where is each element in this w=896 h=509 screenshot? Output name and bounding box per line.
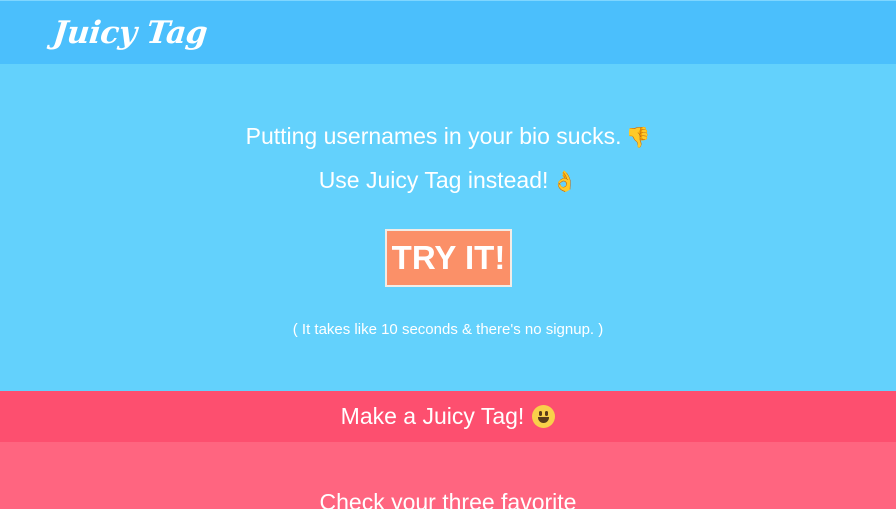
grinning-face-icon bbox=[532, 405, 556, 428]
ok-hand-icon: 👌 bbox=[552, 169, 578, 193]
make-juicy-tag-bar[interactable]: Make a Juicy Tag! bbox=[0, 391, 896, 442]
hero-line-1-text: Putting usernames in your bio sucks. bbox=[245, 123, 622, 149]
make-juicy-tag-label: Make a Juicy Tag! bbox=[340, 403, 525, 429]
try-it-button[interactable]: TRY IT! bbox=[385, 229, 512, 287]
favorites-heading: Check your three favorite bbox=[319, 489, 577, 509]
hero-line-2-text: Use Juicy Tag instead! bbox=[318, 167, 549, 193]
top-navbar: Juicy Tag bbox=[0, 0, 896, 64]
signup-note: ( It takes like 10 seconds & there's no … bbox=[292, 321, 604, 338]
hero-section: Putting usernames in your bio sucks. 👎 Us… bbox=[0, 64, 896, 391]
favorites-section: Check your three favorite bbox=[0, 442, 896, 509]
hero-line-2: Use Juicy Tag instead! 👌 bbox=[0, 167, 896, 194]
hero-line-1: Putting usernames in your bio sucks. 👎 bbox=[0, 123, 896, 150]
logo[interactable]: Juicy Tag bbox=[51, 15, 209, 51]
thumbs-down-icon: 👎 bbox=[625, 125, 651, 149]
